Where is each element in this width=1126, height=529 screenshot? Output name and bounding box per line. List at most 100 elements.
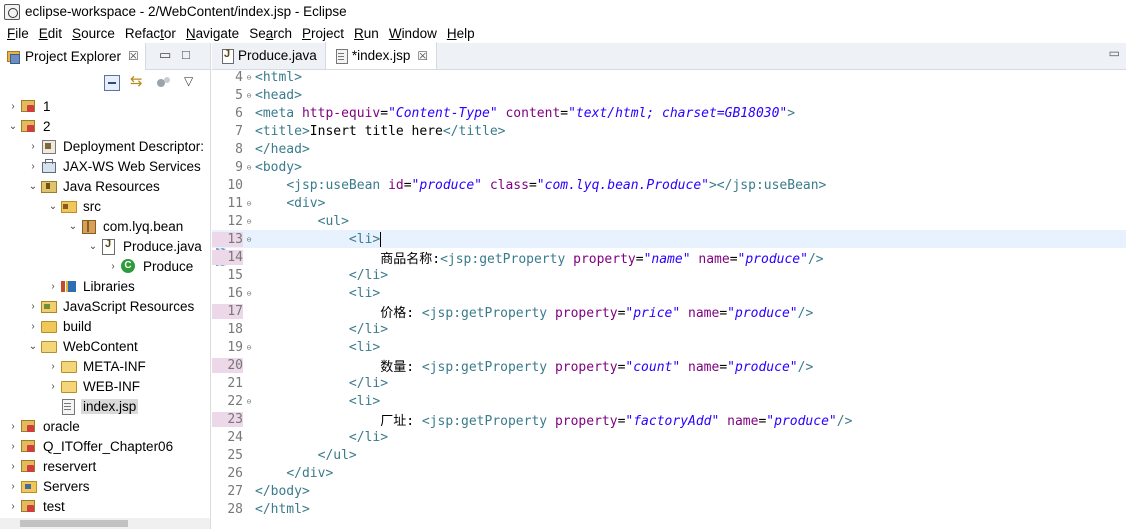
collapsed-chevron-icon[interactable]: › <box>6 461 20 472</box>
code-line[interactable]: 12 ⊖ <ul> <box>212 212 1126 230</box>
tree-item-oracle[interactable]: › oracle <box>0 416 210 436</box>
collapsed-chevron-icon[interactable]: › <box>6 501 20 512</box>
collapse-all-icon[interactable] <box>104 75 120 91</box>
tree-item-java-resources[interactable]: ⌄ Java Resources <box>0 176 210 196</box>
fold-collapse-icon[interactable]: ⊖ <box>243 217 255 226</box>
expanded-chevron-icon[interactable]: ⌄ <box>6 121 20 132</box>
tree-item-web-inf[interactable]: › WEB-INF <box>0 376 210 396</box>
code-line[interactable]: 15 </li> <box>212 266 1126 284</box>
collapsed-chevron-icon[interactable]: › <box>26 141 40 152</box>
view-menu-icon[interactable] <box>182 74 198 91</box>
tree-item-libraries[interactable]: › Libraries <box>0 276 210 296</box>
code-line[interactable]: 13 ⊖ <li> <box>212 230 1126 248</box>
close-icon[interactable]: ☒ <box>128 49 139 63</box>
tree-item-2[interactable]: ⌄ 2 <box>0 116 210 136</box>
tree-item-index-jsp[interactable]: index.jsp <box>0 396 210 416</box>
menu-item[interactable]: Edit <box>34 26 67 41</box>
maximize-icon[interactable]: □ <box>182 47 190 62</box>
collapsed-chevron-icon[interactable]: › <box>6 101 20 112</box>
menu-item[interactable]: Search <box>244 26 297 41</box>
collapsed-chevron-icon[interactable]: › <box>26 301 40 312</box>
tree-item-meta-inf[interactable]: › META-INF <box>0 356 210 376</box>
fold-collapse-icon[interactable]: ⊖ <box>243 343 255 352</box>
tree-item-test[interactable]: › test <box>0 496 210 516</box>
tree-item-produce[interactable]: › Produce <box>0 256 210 276</box>
collapsed-chevron-icon[interactable]: › <box>106 261 120 272</box>
menu-item[interactable]: Refactor <box>120 26 181 41</box>
code-line[interactable]: 21 </li> <box>212 374 1126 392</box>
code-line[interactable]: 11 ⊖ <div> <box>212 194 1126 212</box>
link-with-editor-icon[interactable] <box>130 72 146 91</box>
tree-item-jax-ws-web-services[interactable]: › JAX-WS Web Services <box>0 156 210 176</box>
code-line[interactable]: 28 </html> <box>212 500 1126 518</box>
collapsed-chevron-icon[interactable]: › <box>6 481 20 492</box>
menu-item[interactable]: Run <box>349 26 384 41</box>
tree-item-produce-java[interactable]: ⌄ Produce.java <box>0 236 210 256</box>
code-line[interactable]: 7 <title>Insert title here</title> <box>212 122 1126 140</box>
code-line[interactable]: 9 ⊖ <body> <box>212 158 1126 176</box>
expanded-chevron-icon[interactable]: ⌄ <box>26 341 40 352</box>
tab-project-explorer[interactable]: Project Explorer ☒ <box>0 42 146 70</box>
tree-item-1[interactable]: › 1 <box>0 96 210 116</box>
minimize-icon[interactable]: ▭ <box>159 47 171 63</box>
menu-item[interactable]: Source <box>67 26 120 41</box>
code-line[interactable]: 20 数量: <jsp:getProperty property = "count"… <box>212 356 1126 375</box>
code-line[interactable]: 16 ⊖ <li> <box>212 284 1126 302</box>
expanded-chevron-icon[interactable]: ⌄ <box>26 181 40 192</box>
code-line[interactable]: 4 ⊖ <html> <box>212 70 1126 86</box>
code-line[interactable]: 27 </body> <box>212 482 1126 500</box>
menu-item[interactable]: Help <box>442 26 480 41</box>
code-line[interactable]: 6 <meta http-equiv="Content-Type" content… <box>212 104 1126 122</box>
collapsed-chevron-icon[interactable]: › <box>46 361 60 372</box>
collapsed-chevron-icon[interactable]: › <box>6 441 20 452</box>
code-line[interactable]: 23 厂址: <jsp:getProperty property="factor… <box>212 410 1126 429</box>
code-line[interactable]: 22 ⊖ <li> <box>212 392 1126 410</box>
code-line[interactable]: 19 ⊖ <li> <box>212 338 1126 356</box>
fold-collapse-icon[interactable]: ⊖ <box>243 91 255 100</box>
tree-item-servers[interactable]: › Servers <box>0 476 210 496</box>
code-line[interactable]: 8 </head> <box>212 140 1126 158</box>
tree-item-q-itoffer-chapter06[interactable]: › Q_ITOffer_Chapter06 <box>0 436 210 456</box>
fold-collapse-icon[interactable]: ⊖ <box>243 235 255 244</box>
collapsed-chevron-icon[interactable]: › <box>26 321 40 332</box>
tree-item-com-lyq-bean[interactable]: ⌄ com.lyq.bean <box>0 216 210 236</box>
code-line[interactable]: 18 </li> <box>212 320 1126 338</box>
code-line[interactable]: 24 </li> <box>212 428 1126 446</box>
fold-collapse-icon[interactable]: ⊖ <box>243 163 255 172</box>
fold-collapse-icon[interactable]: ⊖ <box>243 289 255 298</box>
expanded-chevron-icon[interactable]: ⌄ <box>86 241 100 252</box>
collapsed-chevron-icon[interactable]: › <box>46 281 60 292</box>
menu-item[interactable]: Window <box>384 26 442 41</box>
fold-collapse-icon[interactable]: ⊖ <box>243 397 255 406</box>
collapsed-chevron-icon[interactable]: › <box>6 421 20 432</box>
menu-item[interactable]: Navigate <box>181 26 244 41</box>
tree-item-reservert[interactable]: › reservert <box>0 456 210 476</box>
tab-produce-java[interactable]: Produce.java <box>212 42 326 69</box>
code-line[interactable]: 14 商品名称:<jsp:getProperty property="name"… <box>212 248 1126 267</box>
close-icon[interactable]: ☒ <box>417 49 428 63</box>
code-line[interactable]: 26 </div> <box>212 464 1126 482</box>
code-line[interactable]: 25 </ul> <box>212 446 1126 464</box>
menu-item[interactable]: Project <box>297 26 349 41</box>
tab-index-jsp[interactable]: *index.jsp ☒ <box>325 42 438 69</box>
code-line[interactable]: 17 价格: <jsp:getProperty property = "price"… <box>212 302 1126 321</box>
fold-collapse-icon[interactable]: ⊖ <box>243 73 255 82</box>
code-editor[interactable]: 4 ⊖ <html> 5 ⊖ <head> 6 <meta http-equiv="Conte… <box>212 70 1126 529</box>
code-line[interactable]: 5 ⊖ <head> <box>212 86 1126 104</box>
collapsed-chevron-icon[interactable]: › <box>46 381 60 392</box>
collapsed-chevron-icon[interactable]: › <box>26 161 40 172</box>
tree-item-javascript-resources[interactable]: › JavaScript Resources <box>0 296 210 316</box>
scrollbar-thumb[interactable] <box>20 520 128 527</box>
horizontal-scrollbar[interactable] <box>0 518 210 529</box>
tree-item-webcontent[interactable]: ⌄ WebContent <box>0 336 210 356</box>
focus-on-active-task-icon[interactable] <box>156 75 172 91</box>
expanded-chevron-icon[interactable]: ⌄ <box>66 221 80 232</box>
tree-item-src[interactable]: ⌄ src <box>0 196 210 216</box>
menu-item[interactable]: File <box>2 26 34 41</box>
minimize-icon[interactable]: ▭ <box>1109 46 1120 60</box>
tree-item-build[interactable]: › build <box>0 316 210 336</box>
tree-item-deployment-descriptor-[interactable]: › Deployment Descriptor: <box>0 136 210 156</box>
expanded-chevron-icon[interactable]: ⌄ <box>46 201 60 212</box>
fold-collapse-icon[interactable]: ⊖ <box>243 199 255 208</box>
code-line[interactable]: 10 <jsp:useBean id="produce" class="com.… <box>212 176 1126 194</box>
